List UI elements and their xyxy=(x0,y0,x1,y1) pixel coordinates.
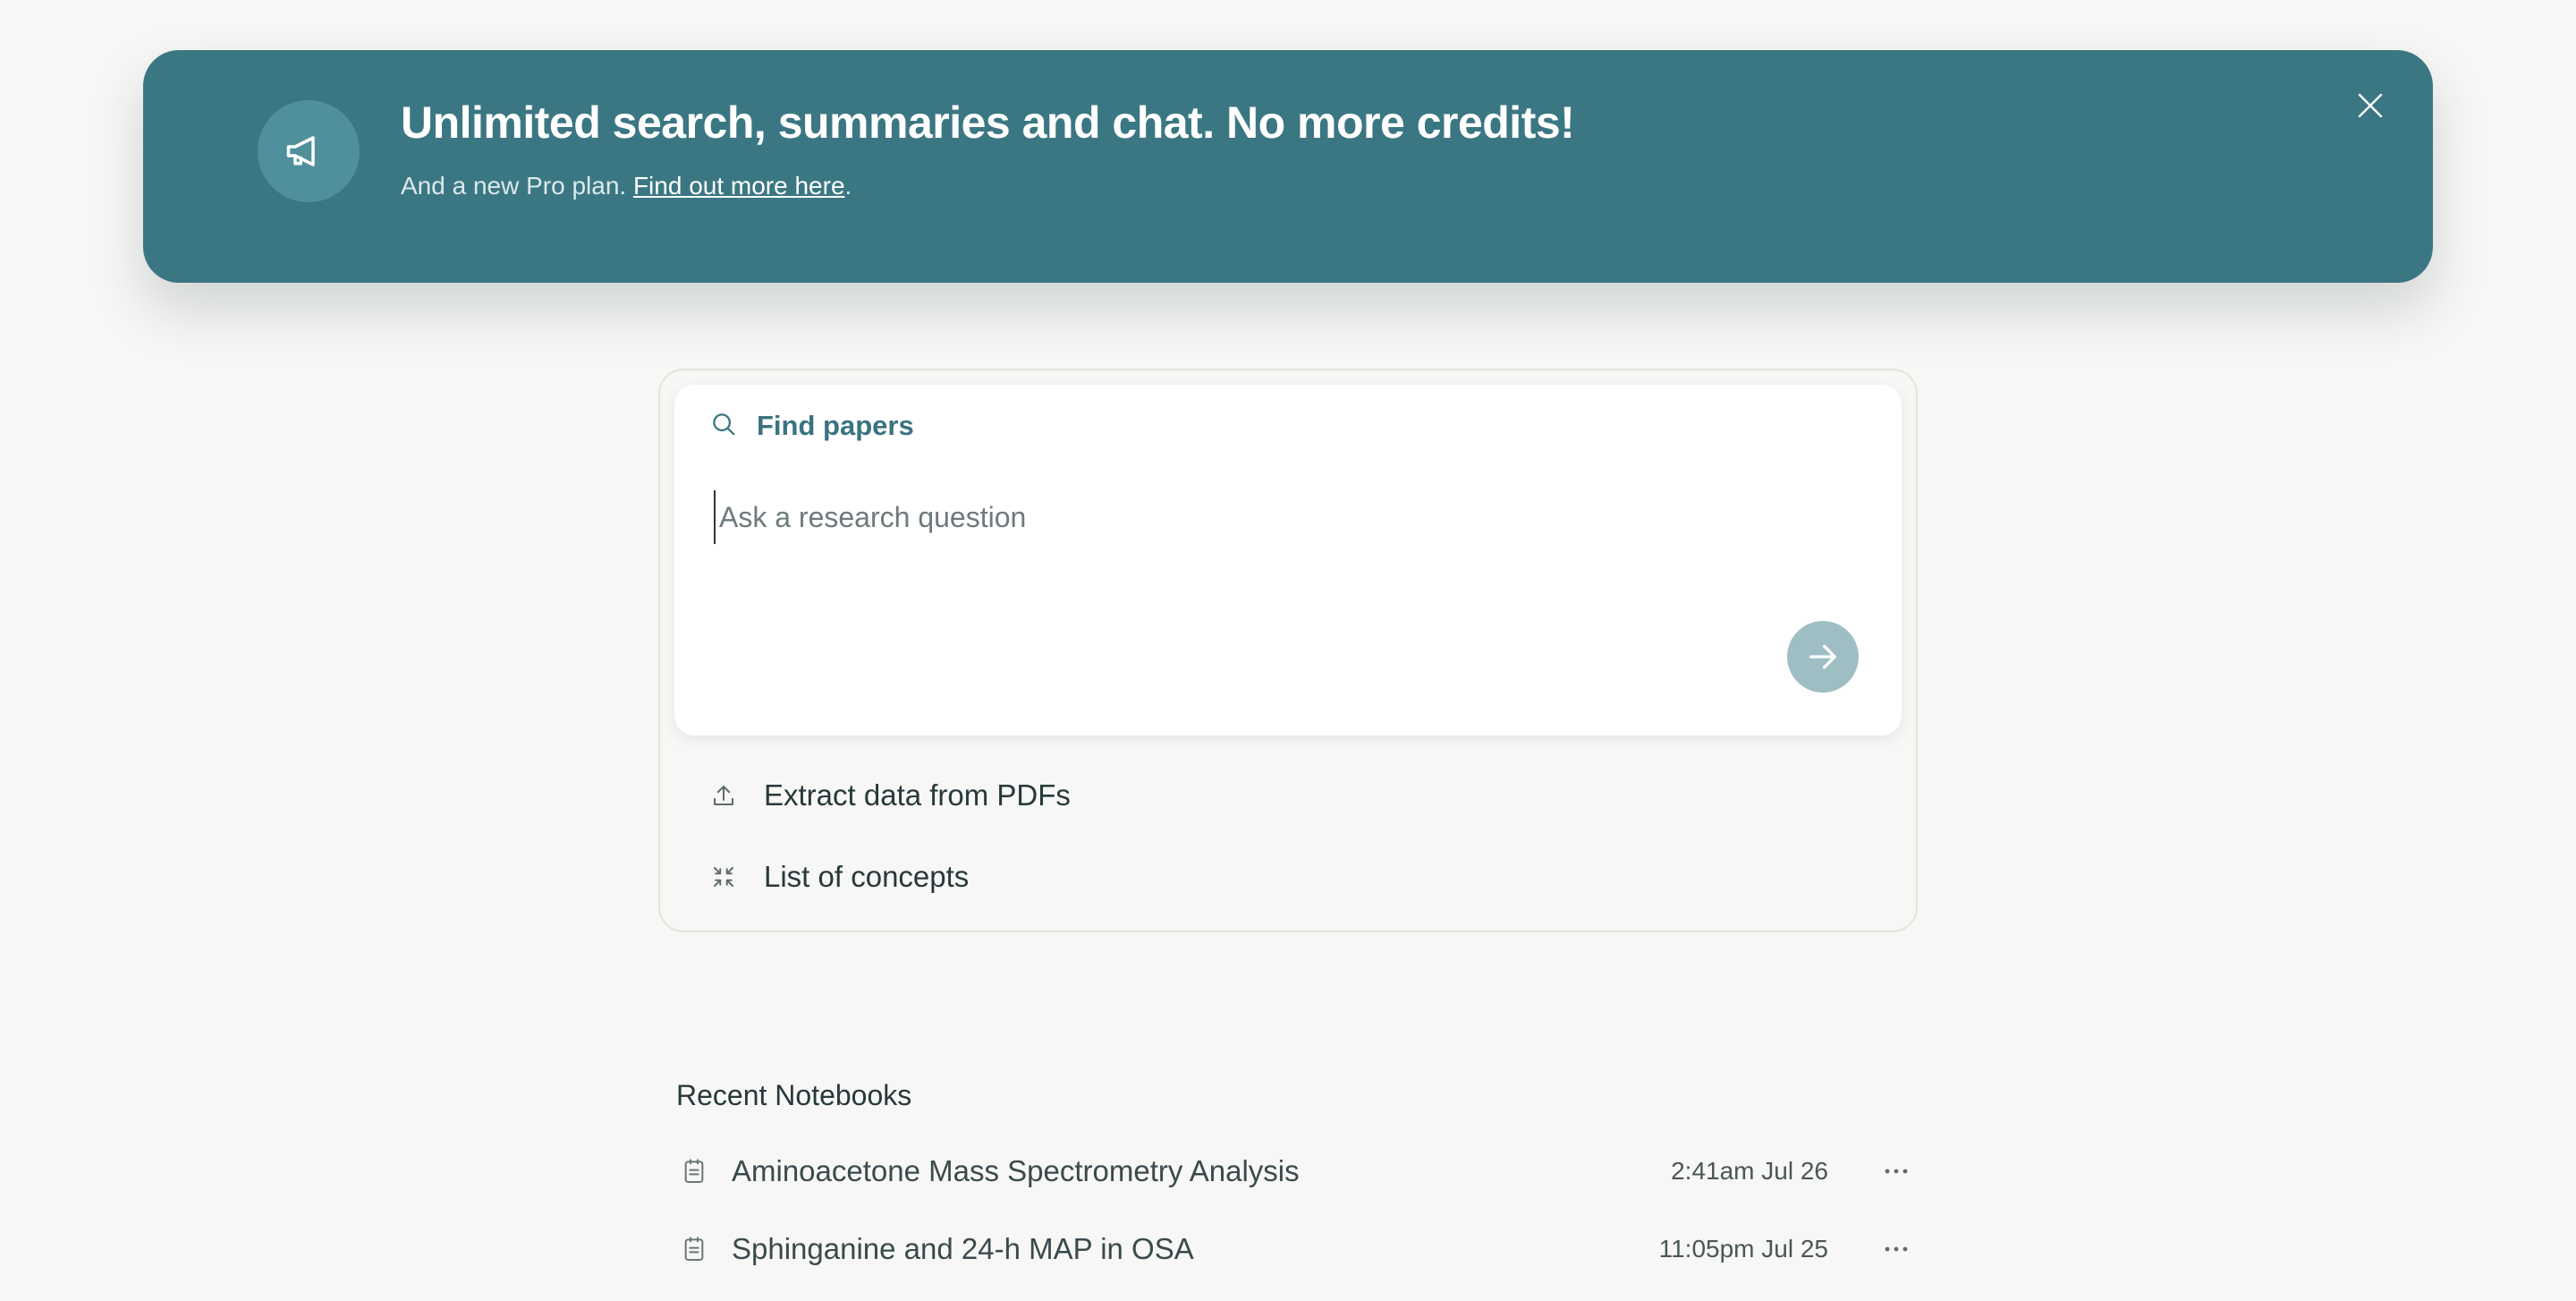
more-icon[interactable] xyxy=(1878,1246,1914,1253)
more-icon[interactable] xyxy=(1878,1168,1914,1175)
notebook-row[interactable]: Aminoacetone Mass Spectrometry Analysis … xyxy=(680,1144,1914,1198)
mode-selector[interactable]: Find papers xyxy=(710,410,914,442)
notebook-row[interactable]: Sphinganine and 24-h MAP in OSA 11:05pm … xyxy=(680,1222,1914,1276)
megaphone-icon xyxy=(258,100,360,202)
recent-notebooks-title: Recent Notebooks xyxy=(676,1079,912,1111)
notebook-title: Aminoacetone Mass Spectrometry Analysis xyxy=(732,1154,1300,1187)
notebook-icon xyxy=(680,1157,708,1186)
arrow-right-icon xyxy=(1805,639,1841,675)
option-label: Extract data from PDFs xyxy=(764,778,1071,812)
banner-subtitle: And a new Pro plan. Find out more here. xyxy=(401,172,852,200)
close-icon[interactable] xyxy=(2351,86,2390,125)
notebook-time: 11:05pm Jul 25 xyxy=(1658,1235,1828,1263)
find-out-more-link[interactable]: Find out more here xyxy=(633,172,845,200)
option-extract-data[interactable]: Extract data from PDFs xyxy=(710,778,1071,812)
option-list-concepts[interactable]: List of concepts xyxy=(710,860,969,894)
mode-label: Find papers xyxy=(757,410,914,441)
upload-icon xyxy=(710,782,737,809)
compress-icon xyxy=(710,863,737,890)
option-label: List of concepts xyxy=(764,860,970,893)
notebook-icon xyxy=(680,1235,708,1263)
banner-subtitle-prefix: And a new Pro plan. xyxy=(401,172,633,200)
notebook-title: Sphinganine and 24-h MAP in OSA xyxy=(732,1232,1194,1265)
search-box: Find papers xyxy=(674,385,1902,736)
banner-subtitle-suffix: . xyxy=(844,172,852,200)
notebook-time: 2:41am Jul 26 xyxy=(1671,1157,1828,1185)
search-card: Find papers Extract data from PDFs xyxy=(658,369,1918,932)
research-question-input[interactable] xyxy=(714,490,1787,544)
announcement-banner: Unlimited search, summaries and chat. No… xyxy=(143,50,2433,283)
banner-title: Unlimited search, summaries and chat. No… xyxy=(401,98,1575,148)
search-icon xyxy=(710,411,737,442)
submit-button[interactable] xyxy=(1787,621,1859,693)
